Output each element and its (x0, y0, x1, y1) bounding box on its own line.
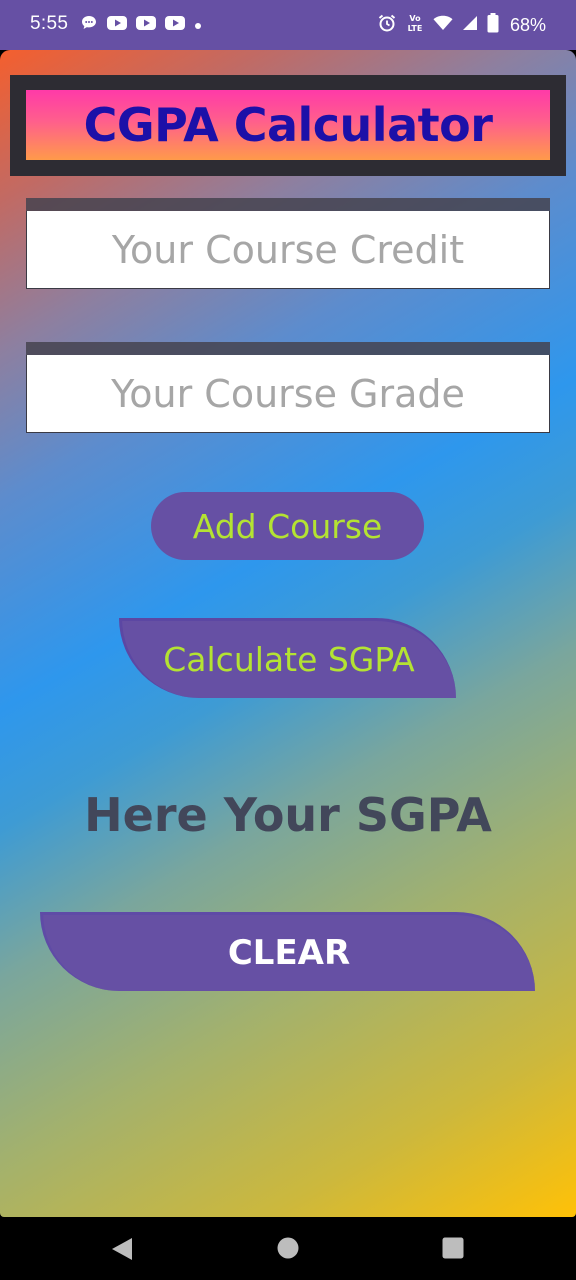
chat-bubble-icon (80, 14, 98, 37)
battery-percent: 68% (509, 15, 546, 35)
navigation-bar (0, 1217, 576, 1280)
screen: 5:55 Vo LTE 68% CGPA Calculator Your Cou… (0, 0, 576, 1280)
app-title: CGPA Calculator (83, 98, 493, 152)
notification-icons (80, 14, 202, 37)
back-icon[interactable] (111, 1237, 133, 1266)
recents-icon[interactable] (442, 1237, 464, 1264)
signal-icon (462, 15, 478, 36)
status-bar: 5:55 Vo LTE 68% (0, 0, 576, 50)
grade-field-header (26, 342, 550, 355)
home-icon[interactable] (277, 1237, 299, 1264)
calculate-sgpa-button[interactable]: Calculate SGPA (119, 618, 456, 698)
add-course-label: Add Course (192, 506, 383, 546)
alarm-icon (377, 13, 397, 38)
dot-icon (194, 17, 202, 35)
youtube-icon (165, 15, 185, 36)
credit-field-header (26, 198, 550, 211)
add-course-button[interactable]: Add Course (151, 492, 424, 560)
calculate-sgpa-label: Calculate SGPA (163, 640, 415, 679)
title-frame: CGPA Calculator (10, 75, 566, 176)
volte-bottom-text: LTE (408, 24, 423, 33)
title-banner: CGPA Calculator (26, 90, 550, 160)
volte-icon: Vo LTE (406, 12, 424, 39)
system-icons: Vo LTE 68% (377, 12, 546, 39)
course-grade-input[interactable] (26, 355, 550, 433)
volte-top-text: Vo (409, 14, 421, 23)
credit-field-container (26, 198, 550, 289)
youtube-icon (107, 15, 127, 36)
youtube-icon (136, 15, 156, 36)
wifi-icon (433, 15, 453, 36)
sgpa-result-text: Here Your SGPA (84, 788, 492, 842)
clear-button[interactable]: CLEAR (40, 912, 535, 991)
status-time: 5:55 (30, 13, 69, 34)
battery-icon (487, 13, 499, 38)
course-credit-input[interactable] (26, 211, 550, 289)
app-content: CGPA Calculator Add Course Calculate SGP… (0, 50, 576, 1217)
clear-label: CLEAR (227, 933, 351, 973)
grade-field-container (26, 342, 550, 433)
